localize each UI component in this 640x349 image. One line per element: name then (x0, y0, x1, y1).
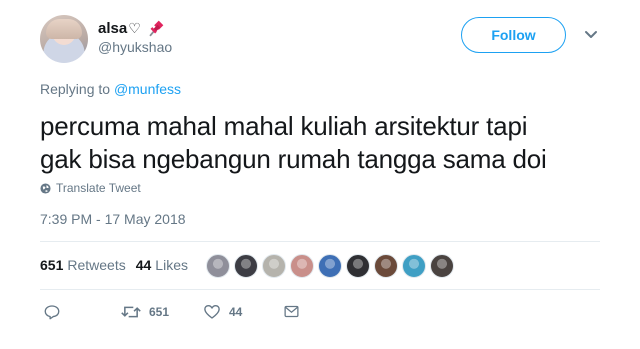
direct-message-button[interactable] (283, 303, 308, 320)
likes-label: Likes (155, 257, 188, 273)
liker-avatar[interactable] (346, 254, 370, 278)
liker-avatar[interactable] (290, 254, 314, 278)
retweets-stat[interactable]: 651 Retweets (40, 257, 126, 273)
envelope-icon (284, 305, 299, 318)
retweets-count: 651 (40, 257, 64, 273)
replying-to-prefix: Replying to (40, 81, 114, 97)
liker-avatar[interactable] (402, 254, 426, 278)
reply-button[interactable] (43, 303, 69, 321)
divider (40, 241, 600, 242)
chevron-down-icon[interactable] (584, 30, 598, 40)
retweets-label: Retweets (67, 257, 126, 273)
tweet-timestamp[interactable]: 7:39 PM - 17 May 2018 (40, 211, 186, 227)
liker-avatars (206, 254, 458, 278)
like-button[interactable]: 44 (203, 303, 242, 321)
tweet-text-line: gak bisa ngebangun rumah tangga sama doi (40, 144, 547, 174)
liker-avatar[interactable] (374, 254, 398, 278)
retweet-button[interactable]: 651 (121, 303, 169, 321)
liker-avatar[interactable] (262, 254, 286, 278)
replying-to: Replying to @munfess (40, 81, 181, 97)
tweet-actions: 651 44 (40, 303, 340, 323)
heart-emoji: ♡ (128, 19, 141, 36)
user-handle[interactable]: @hyukshao (98, 39, 172, 55)
liker-avatar[interactable] (234, 254, 258, 278)
avatar[interactable] (40, 15, 88, 63)
translate-tweet[interactable]: Translate Tweet (40, 181, 141, 195)
mention-link[interactable]: @munfess (114, 81, 181, 97)
retweet-icon (121, 306, 141, 318)
like-count: 44 (229, 305, 243, 319)
retweet-count: 651 (149, 305, 170, 319)
likes-stat[interactable]: 44 Likes (136, 257, 188, 273)
likes-count: 44 (135, 257, 152, 273)
heart-icon (204, 305, 220, 319)
globe-icon (40, 182, 51, 194)
tweet-text: percuma mahal mahal kuliah arsitektur ta… (40, 110, 610, 176)
liker-avatar[interactable] (206, 254, 230, 278)
liker-avatar[interactable] (318, 254, 342, 278)
divider (40, 289, 600, 290)
tweet-text-line: percuma mahal mahal kuliah arsitektur ta… (40, 111, 528, 141)
tweet-stats: 651 Retweets 44 Likes (40, 257, 188, 273)
pushpin-icon (149, 20, 164, 37)
tweet-card: alsa ♡ @hyukshao Follow Replying to @mun… (0, 0, 640, 349)
user-name-row[interactable]: alsa ♡ (98, 17, 167, 39)
follow-button[interactable]: Follow (461, 17, 566, 53)
translate-label[interactable]: Translate Tweet (56, 181, 141, 195)
reply-icon (44, 305, 60, 320)
display-name[interactable]: alsa (98, 20, 127, 37)
liker-avatar[interactable] (430, 254, 454, 278)
